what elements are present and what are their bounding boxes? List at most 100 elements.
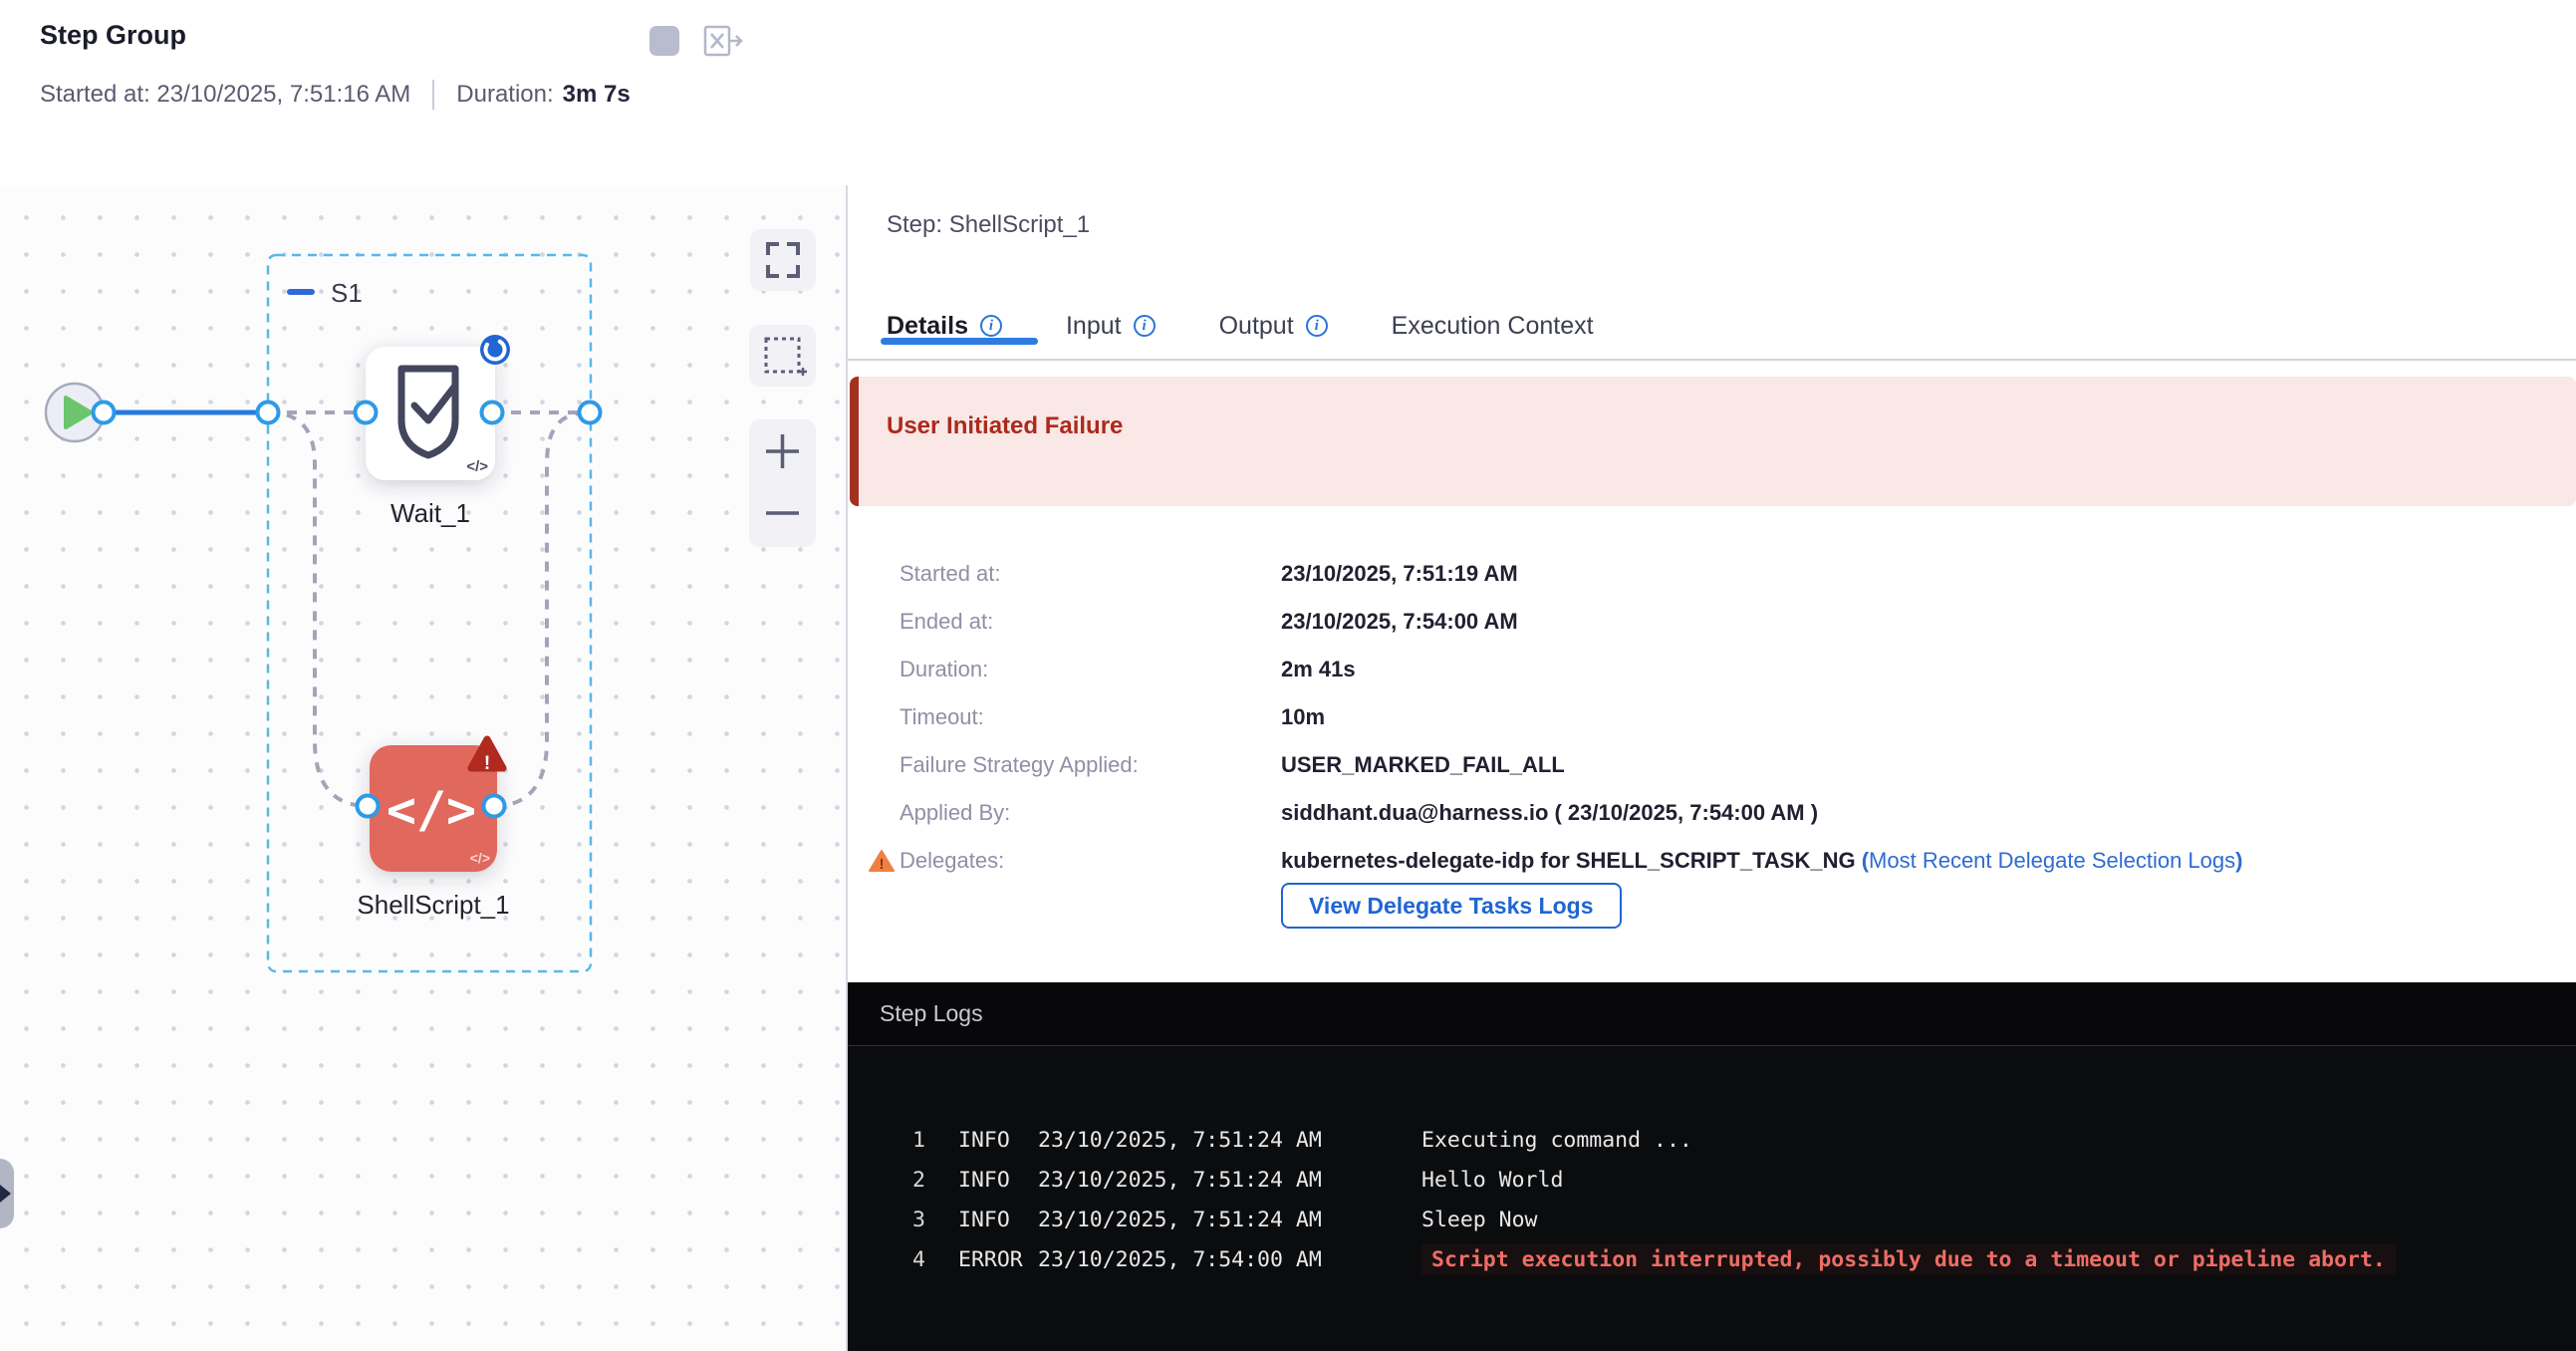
step-logs-panel: Step Logs 1 INFO 23/10/2025, 7:51:24 AM … [848,982,2576,1351]
step-title: Step: ShellScript_1 [887,211,1090,239]
view-delegate-tasks-logs-button[interactable]: View Delegate Tasks Logs [1281,883,1622,929]
node-label-shellscript: ShellScript_1 [357,890,509,920]
group-label: S1 [331,278,363,308]
log-level: INFO [925,1208,1038,1232]
execution-meta: Started at: 23/10/2025, 7:51:16 AM Durat… [40,80,631,110]
meta-divider [432,80,434,110]
log-line-number: 2 [868,1168,925,1193]
log-message: Script execution interrupted, possibly d… [1421,1244,2396,1275]
log-line: 1 INFO 23/10/2025, 7:51:24 AM Executing … [868,1120,2576,1160]
node-wait-1[interactable]: </> Wait_1 [366,335,510,528]
detail-label: Applied By: [887,800,1281,826]
log-message: Executing command ... [1421,1128,1692,1153]
detail-label: ! Delegates: [887,848,1281,874]
delegate-selection-logs-link[interactable]: Most Recent Delegate Selection Logs [1869,848,2235,873]
step-logs-body[interactable]: 1 INFO 23/10/2025, 7:51:24 AM Executing … [848,1046,2576,1279]
error-banner: User Initiated Failure [850,377,2576,506]
detail-value: kubernetes-delegate-idp for SHELL_SCRIPT… [1281,848,2242,874]
step-logs-title: Step Logs [880,1000,983,1027]
zoom-controls[interactable] [749,419,816,547]
marquee-select-button[interactable] [749,325,816,387]
log-line-number: 4 [868,1247,925,1272]
chevron-right-icon [0,1185,11,1203]
detail-row: Failure Strategy Applied: USER_MARKED_FA… [887,741,2242,789]
edge-group-to-shellscript [268,412,368,806]
log-line-number: 3 [868,1208,925,1232]
started-at-label: Started at: [40,81,150,109]
log-timestamp: 23/10/2025, 7:51:24 AM [1038,1168,1421,1193]
detail-row: Timeout: 10m [887,693,2242,741]
script-badge-icon: </> [466,458,488,475]
duration-value: 3m 7s [563,81,631,109]
log-timestamp: 23/10/2025, 7:54:00 AM [1038,1247,1421,1272]
duration-label: Duration: [456,81,553,109]
tab-bar: Details i Input i Output i Execution Con… [848,293,2576,361]
step-details-panel: Step: ShellScript_1 Details i Input i Ou… [848,185,2576,1351]
detail-value: USER_MARKED_FAIL_ALL [1281,752,1565,778]
connector-ports[interactable] [94,403,601,817]
status-square-icon[interactable] [649,26,679,56]
edge-shellscript-to-groupend [494,412,590,806]
info-icon[interactable]: i [1134,315,1156,337]
error-banner-text: User Initiated Failure [887,412,2576,440]
paren-open: ( [1856,848,1869,873]
detail-row-delegates: ! Delegates: kubernetes-delegate-idp for… [887,837,2242,885]
tab-output[interactable]: Output i [1219,312,1328,341]
page-title: Step Group [40,20,186,51]
tab-output-label: Output [1219,312,1294,341]
tab-input-label: Input [1066,312,1122,341]
detail-row: Duration: 2m 41s [887,646,2242,693]
detail-label: Started at: [887,561,1281,587]
log-level: ERROR [925,1247,1038,1272]
fullscreen-button[interactable] [750,229,816,291]
details-list: Started at: 23/10/2025, 7:51:19 AM Ended… [887,550,2242,885]
canvas-controls [749,229,816,547]
log-timestamp: 23/10/2025, 7:51:24 AM [1038,1208,1421,1232]
step-logs-header: Step Logs [848,982,2576,1046]
detail-value: 23/10/2025, 7:51:19 AM [1281,561,1518,587]
log-line: 3 INFO 23/10/2025, 7:51:24 AM Sleep Now [868,1200,2576,1239]
script-badge-icon: </> [470,850,490,866]
delegate-name: kubernetes-delegate-idp for SHELL_SCRIPT… [1281,848,1856,873]
log-timestamp: 23/10/2025, 7:51:24 AM [1038,1128,1421,1153]
detail-value: 23/10/2025, 7:54:00 AM [1281,609,1518,635]
code-icon: </> [386,781,476,839]
detail-row: Ended at: 23/10/2025, 7:54:00 AM [887,598,2242,646]
detail-row: Applied By: siddhant.dua@harness.io ( 23… [887,789,2242,837]
tab-details[interactable]: Details i [887,312,1002,341]
detail-label: Duration: [887,657,1281,682]
log-line-error: 4 ERROR 23/10/2025, 7:54:00 AM Script ex… [868,1239,2576,1279]
svg-text:!: ! [880,856,885,873]
log-message: Sleep Now [1421,1208,1538,1232]
detail-label: Ended at: [887,609,1281,635]
detail-value: 10m [1281,704,1325,730]
detail-value: siddhant.dua@harness.io ( 23/10/2025, 7:… [1281,800,1818,826]
detail-label: Timeout: [887,704,1281,730]
detail-row: Started at: 23/10/2025, 7:51:19 AM [887,550,2242,598]
log-level: INFO [925,1168,1038,1193]
tab-input[interactable]: Input i [1066,312,1156,341]
log-message: Hello World [1421,1168,1563,1193]
detail-label: Failure Strategy Applied: [887,752,1281,778]
detail-value: 2m 41s [1281,657,1356,682]
info-icon[interactable]: i [1306,315,1328,337]
running-spinner-icon [480,335,510,365]
svg-text:!: ! [484,753,490,774]
node-label-wait: Wait_1 [390,498,470,528]
tab-execution-context[interactable]: Execution Context [1392,312,1594,341]
graph-edges [104,412,590,806]
abort-export-icon[interactable] [703,24,743,58]
paren-close: ) [2235,848,2242,873]
failure-badge-icon: ! [471,739,503,774]
info-icon[interactable]: i [980,315,1002,337]
node-shellscript-1[interactable]: </> </> ! ShellScript_1 [357,739,509,920]
log-level: INFO [925,1128,1038,1153]
pipeline-graph-canvas[interactable]: S1 </> Wait_1 [0,185,846,1351]
log-line-number: 1 [868,1128,925,1153]
active-tab-underline [881,338,1038,345]
delegates-label: Delegates: [900,848,1004,873]
expand-left-panel-handle[interactable] [0,1159,14,1228]
log-line: 2 INFO 23/10/2025, 7:51:24 AM Hello Worl… [868,1160,2576,1200]
tab-details-label: Details [887,312,968,341]
execution-header: Step Group Started at: 23/10/2025, 7:51:… [0,0,2576,185]
